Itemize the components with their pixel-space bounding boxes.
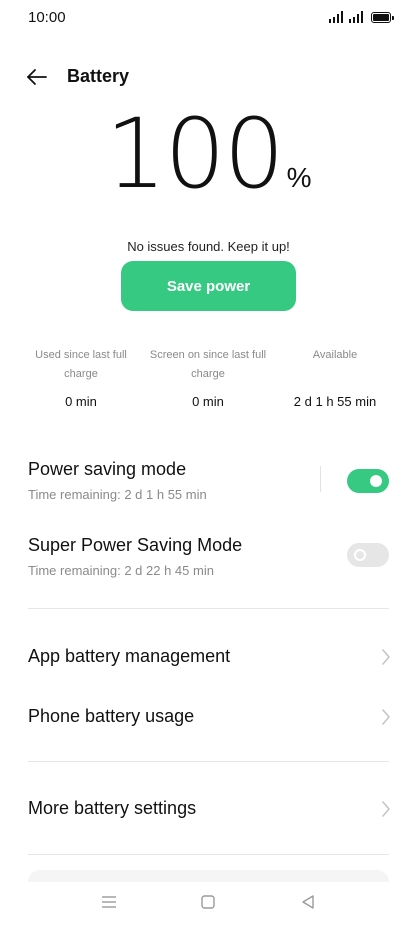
- section-divider: [28, 608, 389, 609]
- arrow-left-icon: [27, 69, 47, 85]
- battery-percent: 100 %: [0, 106, 417, 202]
- toggle-knob: [354, 549, 366, 561]
- status-time: 10:00: [28, 9, 66, 26]
- stat-label-screen-on: Screen on since last full charge: [149, 349, 267, 380]
- more-battery-settings-label: More battery settings: [28, 798, 197, 818]
- chevron-right-icon: [382, 649, 390, 665]
- section-divider: [28, 761, 389, 762]
- toggle-knob: [370, 475, 382, 487]
- back-nav-button[interactable]: [296, 890, 320, 914]
- signal-icon: [329, 10, 343, 23]
- partially-visible-card: [28, 870, 389, 882]
- vertical-divider: [320, 466, 321, 492]
- home-button[interactable]: [196, 890, 220, 914]
- stat-label-used-since-charge: Used since last full charge: [35, 349, 127, 380]
- power-saving-mode-title: Power saving mode: [28, 459, 187, 479]
- app-battery-management-row[interactable]: App battery management: [0, 632, 417, 682]
- menu-icon: [102, 896, 116, 908]
- stat-label-available: Available: [312, 349, 358, 361]
- battery-status-message: No issues found. Keep it up!: [127, 239, 290, 254]
- more-battery-settings-row[interactable]: More battery settings: [0, 784, 417, 834]
- battery-percent-value: 100: [105, 98, 284, 210]
- power-saving-mode-toggle[interactable]: [347, 469, 389, 493]
- save-power-button[interactable]: Save power: [121, 261, 296, 311]
- app-battery-management-label: App battery management: [28, 646, 231, 666]
- stat-value-used-since-charge: 0 min: [65, 394, 97, 409]
- battery-percent-sign: %: [286, 162, 312, 193]
- home-icon: [201, 895, 215, 909]
- phone-battery-usage-label: Phone battery usage: [28, 706, 195, 726]
- phone-battery-usage-row[interactable]: Phone battery usage: [0, 692, 417, 742]
- chevron-right-icon: [382, 801, 390, 817]
- back-triangle-icon: [302, 895, 314, 909]
- status-icons: [329, 10, 394, 23]
- system-navigation-bar: [0, 882, 417, 922]
- signal-icon: [349, 10, 363, 23]
- power-saving-mode-subtitle: Time remaining: 2 d 1 h 55 min: [28, 487, 207, 502]
- stat-value-screen-on: 0 min: [192, 394, 224, 409]
- page-title: Battery: [67, 66, 130, 86]
- chevron-right-icon: [382, 709, 390, 725]
- menu-button[interactable]: [97, 890, 121, 914]
- super-power-saving-mode-title: Super Power Saving Mode: [28, 535, 243, 555]
- section-divider: [28, 854, 389, 855]
- super-power-saving-mode-subtitle: Time remaining: 2 d 22 h 45 min: [28, 563, 214, 578]
- battery-icon: [371, 12, 394, 23]
- stat-value-available: 2 d 1 h 55 min: [293, 394, 377, 409]
- back-button[interactable]: [24, 64, 50, 90]
- super-power-saving-mode-toggle[interactable]: [347, 543, 389, 567]
